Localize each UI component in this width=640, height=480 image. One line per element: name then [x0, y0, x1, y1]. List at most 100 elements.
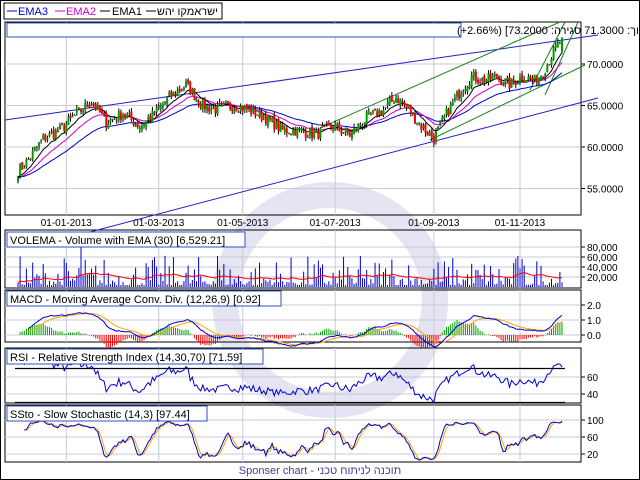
candle-body	[485, 80, 488, 83]
candle-body	[378, 110, 381, 115]
candle-body	[338, 122, 341, 131]
candle-body	[544, 73, 547, 78]
candle-body	[395, 97, 398, 103]
candle-body	[48, 133, 51, 137]
candle-body	[206, 105, 209, 111]
candle-body	[224, 102, 227, 104]
candle-body	[182, 87, 185, 90]
candle-body	[161, 104, 164, 108]
candle-body	[311, 126, 314, 138]
candle-body	[561, 37, 563, 52]
rsi-tick-label: 40	[587, 390, 599, 401]
candle-body	[63, 125, 66, 131]
candle-body	[411, 112, 414, 114]
candle-body	[350, 131, 353, 139]
candle-body	[103, 113, 106, 115]
volume-tick-label: 20,000	[587, 273, 618, 284]
candle-body	[105, 112, 108, 128]
candle-body	[239, 106, 242, 112]
candle-body	[180, 88, 183, 90]
candle-body	[313, 131, 316, 138]
candle-body	[281, 124, 284, 130]
candle-body	[290, 133, 293, 136]
candle-body	[451, 102, 454, 106]
candle-body	[269, 116, 272, 120]
candle-body	[432, 135, 435, 144]
candle-body	[147, 117, 150, 120]
x-tick-label: 01-09-2013	[408, 218, 460, 229]
candle-body	[296, 127, 299, 137]
candle-body	[197, 101, 200, 105]
candle-body	[531, 77, 534, 81]
candle-body	[300, 128, 303, 131]
candle-body	[124, 113, 127, 118]
candle-body	[472, 71, 475, 78]
candle-body	[122, 115, 125, 119]
candle-body	[399, 99, 402, 106]
candle-body	[455, 91, 458, 97]
candle-body	[502, 83, 505, 85]
candle-body	[535, 76, 538, 84]
candle-body	[493, 73, 496, 77]
candle-body	[422, 125, 425, 128]
candle-body	[222, 102, 225, 104]
candle-body	[367, 111, 370, 115]
candle-body	[376, 111, 379, 117]
ssto-tick-label: 100	[587, 416, 604, 427]
candle-body	[189, 81, 192, 95]
candle-body	[166, 97, 169, 105]
candle-body	[212, 107, 215, 109]
candle-body	[287, 132, 290, 134]
candle-body	[441, 117, 444, 121]
candle-body	[241, 106, 244, 112]
candle-body	[178, 88, 181, 92]
candle-body	[75, 109, 78, 113]
price-tick-label: 55.0000	[587, 185, 624, 196]
candle-body	[258, 110, 261, 117]
candle-body	[514, 83, 517, 85]
candle-body	[548, 64, 551, 66]
candle-body	[98, 105, 101, 113]
candle-body	[321, 125, 324, 128]
candle-body	[361, 125, 364, 127]
candle-body	[245, 104, 248, 110]
rsi-tick-label: 60	[587, 373, 599, 384]
candle-body	[266, 114, 269, 126]
candle-body	[216, 104, 219, 115]
candle-body	[483, 76, 486, 84]
ssto-tick-label: 60	[587, 433, 599, 444]
candle-body	[542, 77, 545, 79]
candle-body	[479, 82, 482, 84]
candle-body	[264, 114, 267, 124]
candle-body	[25, 159, 28, 167]
candle-body	[363, 122, 366, 125]
ssto-panel-title: SSto - Slow Stochastic (14,3) [97.44]	[10, 409, 190, 421]
macd-tick-label: 2.0	[587, 301, 601, 312]
candle-body	[54, 130, 57, 140]
candle-body	[554, 45, 557, 48]
candle-body	[191, 88, 194, 94]
candle-body	[61, 123, 64, 125]
candle-body	[283, 128, 286, 132]
candle-body	[323, 124, 326, 126]
x-tick-label: 01-01-2013	[41, 218, 93, 229]
candle-body	[353, 127, 356, 134]
candle-body	[397, 98, 400, 104]
candle-body	[117, 111, 120, 121]
candle-body	[443, 115, 446, 119]
candle-body	[260, 112, 263, 121]
candle-body	[56, 130, 59, 132]
candle-body	[418, 122, 421, 125]
candle-body	[413, 113, 416, 124]
candle-body	[252, 107, 255, 112]
candle-body	[516, 82, 519, 85]
candle-body	[33, 147, 36, 151]
legend-ema1: EMA1	[112, 6, 142, 18]
candle-body	[527, 76, 530, 80]
candle-body	[31, 150, 34, 159]
candle-body	[109, 119, 112, 123]
legend-ema2: EMA2	[66, 6, 96, 18]
candle-body	[390, 95, 393, 102]
candle-body	[325, 122, 328, 125]
footer-sponsor[interactable]: Sponser chart - תוכנה לניתוח טכני	[239, 464, 401, 477]
